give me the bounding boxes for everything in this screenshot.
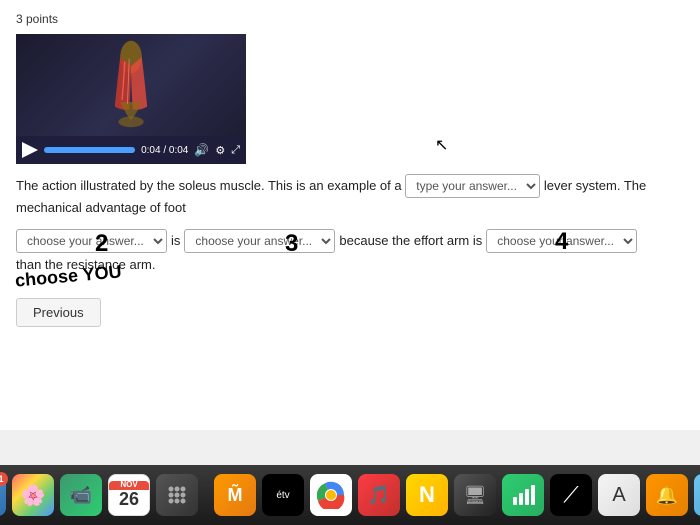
dock-notification[interactable]: 🔔 xyxy=(646,474,688,516)
dock-mail[interactable]: ✉ 1 xyxy=(0,474,6,516)
text-part1: The action illustrated by the soleus mus… xyxy=(16,178,402,193)
dropdown3-select[interactable]: choose your answer... first class second… xyxy=(184,229,335,253)
dock-music[interactable]: 🎵 xyxy=(358,474,400,516)
play-button[interactable] xyxy=(22,142,38,158)
dock-texteditor[interactable]: A xyxy=(598,474,640,516)
screens-icon: 🖥 xyxy=(464,485,487,506)
progress-bar[interactable] xyxy=(44,147,135,153)
video-player[interactable]: 0:04 / 0:04 🔊 ⚙ ⤢ xyxy=(16,34,246,164)
previous-button[interactable]: Previous xyxy=(16,298,101,327)
label-than: than the resistance arm. xyxy=(16,257,155,272)
dock-launchpad[interactable] xyxy=(156,474,198,516)
dock-calendar[interactable]: NOV 26 xyxy=(108,474,150,516)
label-because: because the effort arm is xyxy=(339,233,482,248)
main-content: 3 points 0:04 / 0:04 🔊 xyxy=(0,0,700,430)
slash-icon: ⟋ xyxy=(563,482,578,508)
dock-facetime[interactable]: 📹 xyxy=(60,474,102,516)
texteditor-icon: A xyxy=(612,484,625,507)
dock-notes[interactable]: N xyxy=(406,474,448,516)
amazon-icon: M̃ xyxy=(228,485,243,506)
photos-icon: 🌸 xyxy=(21,483,46,508)
grid-icon xyxy=(166,484,188,506)
mail-badge: 1 xyxy=(0,472,8,486)
fullscreen-icon[interactable]: ⤢ xyxy=(231,144,240,157)
dropdowns-row: choose your answer... first class second… xyxy=(16,229,684,272)
dock-screens[interactable]: 🖥 xyxy=(454,474,496,516)
chrome-icon xyxy=(317,481,345,509)
dock-bars[interactable] xyxy=(502,474,544,516)
notes-icon: N xyxy=(419,482,435,508)
bars-icon xyxy=(511,483,535,507)
facetime-icon: 📹 xyxy=(70,485,92,506)
question-text-row1: The action illustrated by the soleus mus… xyxy=(16,174,676,219)
dock-appletv[interactable]: étv xyxy=(262,474,304,516)
taskbar: ✉ 1 🌸 📹 NOV 26 M̃ étv xyxy=(0,465,700,525)
progress-fill xyxy=(44,147,135,153)
dropdown4-select[interactable]: choose your answer... longer shorter equ… xyxy=(486,229,637,253)
appletv-icon: étv xyxy=(276,490,289,501)
dock-slash[interactable]: ⟋ xyxy=(550,474,592,516)
dock-amazon[interactable]: M̃ xyxy=(214,474,256,516)
dock-chrome[interactable] xyxy=(310,474,352,516)
notification-icon: 🔔 xyxy=(656,485,678,506)
dropdown1-type-answer[interactable]: type your answer... xyxy=(405,174,540,198)
music-icon: 🎵 xyxy=(368,485,390,506)
settings-icon[interactable]: ⚙ xyxy=(215,144,225,157)
dock-photos[interactable]: 🌸 xyxy=(12,474,54,516)
muscle-svg xyxy=(91,39,171,129)
calendar-day: 26 xyxy=(119,490,139,510)
dock-finder[interactable] xyxy=(694,474,700,516)
time-display: 0:04 / 0:04 xyxy=(141,145,188,156)
video-controls: 0:04 / 0:04 🔊 ⚙ ⤢ xyxy=(16,136,246,164)
volume-icon[interactable]: 🔊 xyxy=(194,143,209,157)
points-label: 3 points xyxy=(16,12,684,26)
label-is: is xyxy=(171,233,180,248)
dropdown2-select[interactable]: choose your answer... first class second… xyxy=(16,229,167,253)
